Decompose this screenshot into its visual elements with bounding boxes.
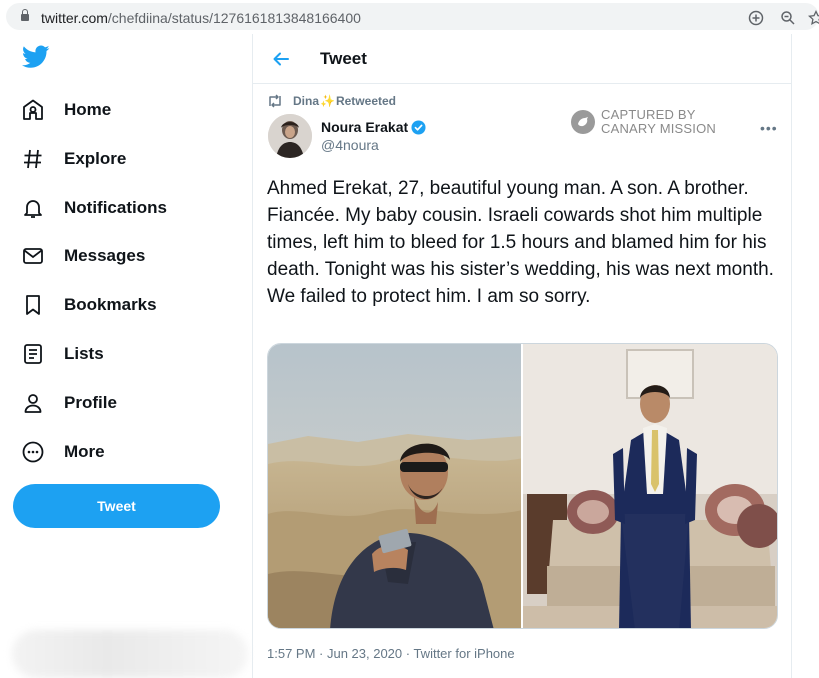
list-icon <box>20 341 46 367</box>
sparkle-emoji: ✨ <box>320 94 335 108</box>
tweet-header: Tweet <box>253 34 792 84</box>
bell-icon <box>20 195 46 221</box>
url-host: twitter.com <box>41 10 108 26</box>
sidebar-item-label: Profile <box>64 393 117 412</box>
avatar[interactable] <box>268 114 312 158</box>
sidebar-item-label: More <box>64 442 105 461</box>
watermark-line-1: CAPTURED BY <box>601 107 696 122</box>
tweet-timestamp[interactable]: 1:57 PM · Jun 23, 2020 · Twitter for iPh… <box>267 646 515 661</box>
sidebar-item-label: Bookmarks <box>64 295 157 314</box>
sidebar-item-profile[interactable]: Profile <box>20 383 117 423</box>
retweeter-name: Dina <box>293 94 320 108</box>
sidebar-item-more[interactable]: More <box>20 432 105 472</box>
sidebar-item-home[interactable]: Home <box>20 90 111 130</box>
sidebar-item-notifications[interactable]: Notifications <box>20 188 167 228</box>
author-display-name: Noura Erakat <box>321 119 409 135</box>
hashtag-icon <box>20 146 46 172</box>
sidebar-item-label: Home <box>64 100 112 119</box>
more-options-icon[interactable]: ••• <box>760 120 778 136</box>
tweet-text: Ahmed Erekat, 27, beautiful young man. A… <box>267 178 774 307</box>
sidebar-item-label: Notifications <box>64 198 167 217</box>
watermark-line-2: CANARY MISSION <box>601 121 717 136</box>
envelope-icon <box>20 243 46 269</box>
sidebar-item-explore[interactable]: Explore <box>20 139 126 179</box>
retweet-context[interactable]: Dina ✨ Retweeted <box>267 94 396 108</box>
url-text[interactable]: twitter.com/chefdiina/status/12761618138… <box>41 10 361 26</box>
add-icon[interactable] <box>748 10 764 26</box>
tweet-photo-2[interactable] <box>523 344 777 628</box>
twitter-logo-icon[interactable] <box>22 45 50 69</box>
person-icon <box>20 390 46 416</box>
retweet-label: Retweeted <box>335 94 396 108</box>
page-title: Tweet <box>320 49 367 68</box>
tweet-media <box>267 343 778 629</box>
tweet-photo-1[interactable] <box>268 344 523 628</box>
author-handle[interactable]: @4noura <box>321 137 379 153</box>
star-icon[interactable] <box>808 10 819 26</box>
sidebar-item-label: Messages <box>64 246 146 265</box>
zoom-icon[interactable] <box>780 10 796 26</box>
canary-logo-icon <box>571 110 595 134</box>
sidebar-item-lists[interactable]: Lists <box>20 334 104 374</box>
url-path: /chefdiina/status/1276161813848166400 <box>107 10 361 26</box>
verified-badge-icon <box>411 119 426 135</box>
retweet-icon <box>269 94 281 108</box>
sidebar: Home Explore Notifications Messages Book… <box>0 34 252 678</box>
canary-mission-watermark: CAPTURED BY CANARY MISSION <box>571 108 716 136</box>
lock-icon <box>21 9 29 22</box>
author-name[interactable]: Noura Erakat <box>321 119 426 135</box>
sidebar-item-label: Lists <box>64 344 104 363</box>
sidebar-item-label: Explore <box>64 149 127 168</box>
tweet-button[interactable]: Tweet <box>13 484 220 528</box>
home-icon <box>20 97 46 123</box>
bookmark-icon <box>20 292 46 318</box>
sidebar-item-bookmarks[interactable]: Bookmarks <box>20 285 157 325</box>
browser-address-bar: twitter.com/chefdiina/status/12761618138… <box>0 0 819 34</box>
more-circle-icon <box>20 439 46 465</box>
back-arrow-icon[interactable] <box>272 50 290 68</box>
main-column: Tweet Dina ✨ Retweeted Noura Erakat @4nour… <box>252 34 792 678</box>
account-switcher-blurred[interactable] <box>12 630 248 678</box>
canary-text: CAPTURED BY CANARY MISSION <box>601 108 716 136</box>
sidebar-item-messages[interactable]: Messages <box>20 236 145 276</box>
url-bar[interactable]: twitter.com/chefdiina/status/12761618138… <box>6 3 819 30</box>
